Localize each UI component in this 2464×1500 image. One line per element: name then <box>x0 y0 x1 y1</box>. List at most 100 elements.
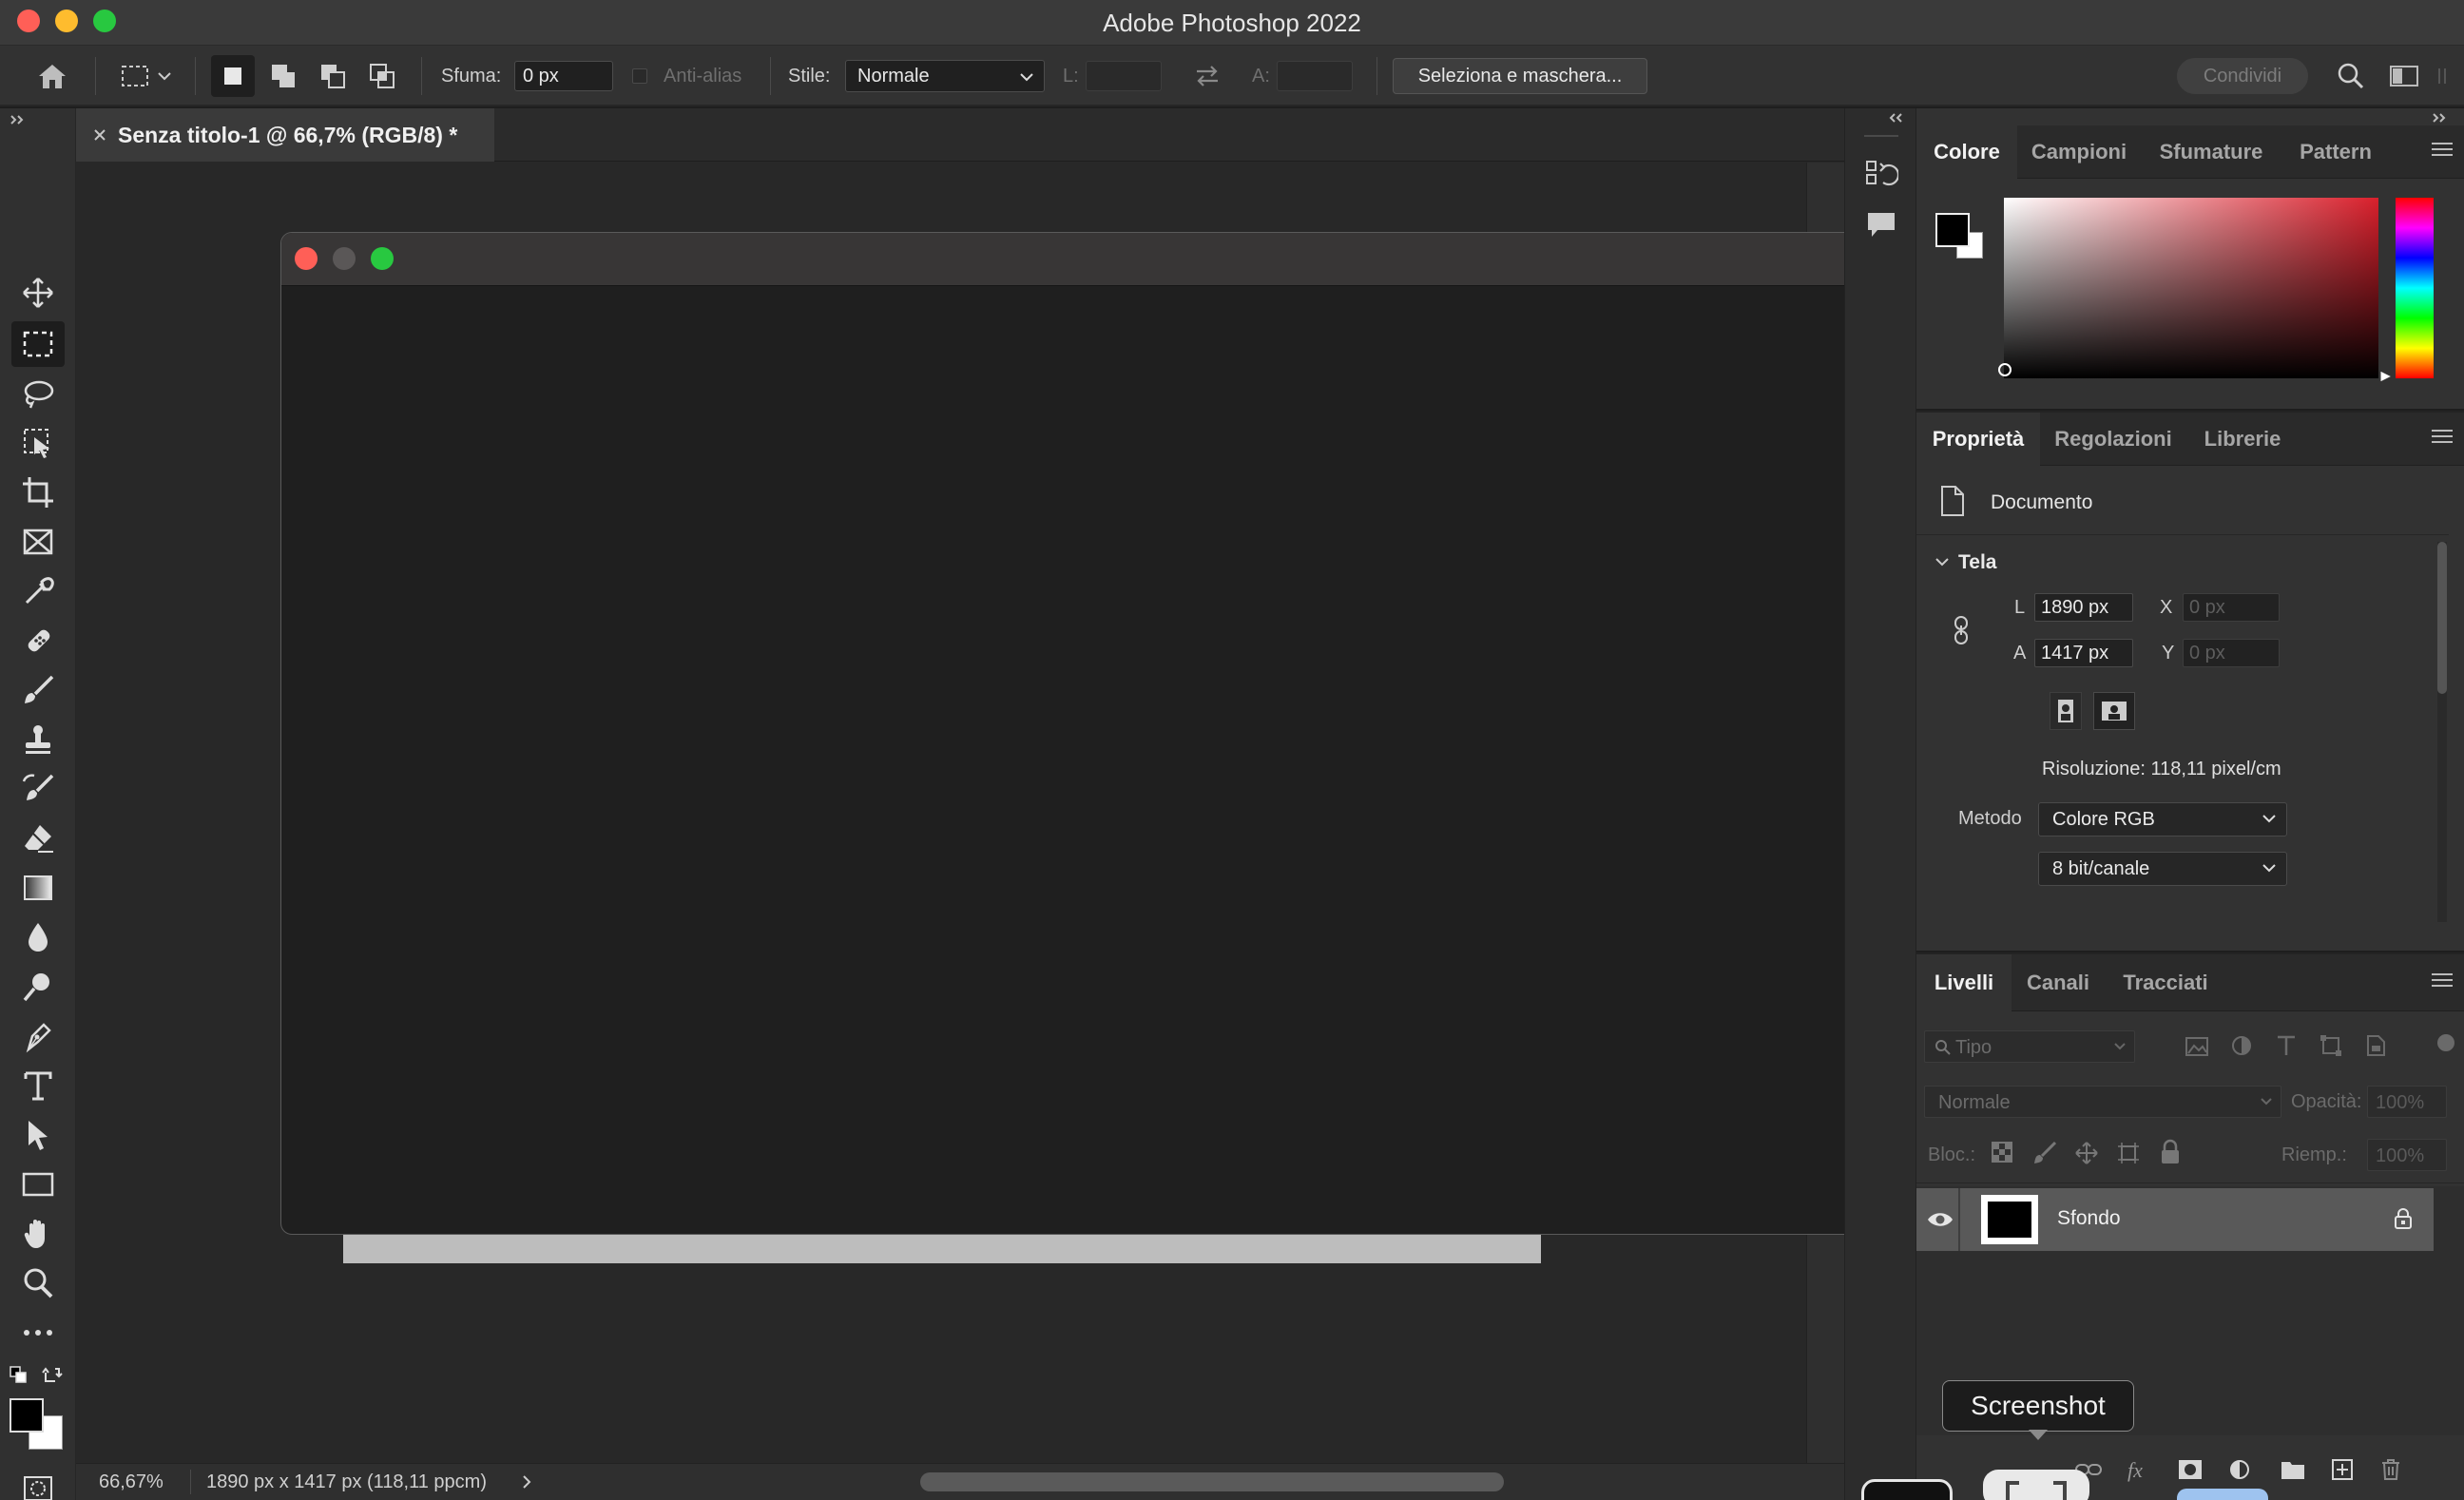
marquee-preset-picker[interactable] <box>109 46 181 106</box>
landscape-orientation-icon[interactable] <box>2093 692 2135 730</box>
tab-sfumature[interactable]: Sfumature <box>2141 125 2281 179</box>
share-button[interactable]: Condividi <box>2177 58 2308 94</box>
eye-icon[interactable] <box>1926 1209 1954 1230</box>
search-icon[interactable] <box>2331 46 2371 106</box>
new-layer-icon[interactable] <box>2331 1458 2354 1481</box>
style-select[interactable]: Normale <box>845 60 1045 92</box>
clone-stamp-tool-icon[interactable] <box>11 717 65 762</box>
tab-pattern[interactable]: Pattern <box>2281 125 2390 179</box>
rectangle-tool-icon[interactable] <box>11 1162 65 1207</box>
panel-menu-icon[interactable] <box>2432 973 2453 990</box>
canvas-document[interactable] <box>343 1235 1541 1263</box>
tab-livelli[interactable]: Livelli <box>1916 954 2012 1011</box>
canvas-height-input[interactable]: 1417 px <box>2034 639 2133 667</box>
swap-width-height-icon[interactable] <box>1188 46 1226 106</box>
canvas-x-input[interactable]: 0 px <box>2183 593 2280 622</box>
tab-colore[interactable]: Colore <box>1916 125 2017 179</box>
lock-pixels-icon[interactable] <box>2032 1141 2057 1165</box>
eyedropper-tool-icon[interactable] <box>11 568 65 614</box>
filter-shape-icon[interactable] <box>2320 1034 2342 1057</box>
pen-tool-icon[interactable] <box>11 1013 65 1059</box>
intersect-selection-icon[interactable] <box>360 46 404 106</box>
workspace-icon[interactable] <box>2384 46 2424 106</box>
hue-slider-handle[interactable] <box>2378 369 2394 384</box>
portrait-orientation-icon[interactable] <box>2050 692 2082 730</box>
add-mask-icon[interactable] <box>2177 1458 2204 1481</box>
canvas-y-input[interactable]: 0 px <box>2183 639 2280 667</box>
panel-menu-icon[interactable] <box>2432 430 2453 447</box>
lock-all-icon[interactable] <box>2160 1139 2181 1165</box>
tab-regolazioni[interactable]: Regolazioni <box>2040 413 2186 466</box>
more-tools-icon[interactable] <box>11 1310 65 1356</box>
color-picker-handle[interactable] <box>1998 363 2012 376</box>
history-panel-icon[interactable] <box>1864 156 1898 190</box>
fill-input[interactable]: 100% <box>2367 1139 2447 1171</box>
lock-position-icon[interactable] <box>2074 1141 2099 1165</box>
layer-lock-icon[interactable] <box>2394 1207 2413 1230</box>
tab-proprieta[interactable]: Proprietà <box>1916 413 2040 466</box>
home-icon[interactable] <box>29 46 76 106</box>
adjustment-layer-icon[interactable] <box>2228 1458 2251 1481</box>
layer-name[interactable]: Sfondo <box>2057 1207 2121 1230</box>
fx-icon[interactable]: fx <box>2127 1458 2143 1483</box>
panel-collapse-icon[interactable] <box>2430 46 2454 106</box>
dodge-tool-icon[interactable] <box>11 964 65 1010</box>
color-field[interactable] <box>2004 198 2378 378</box>
lock-artboard-icon[interactable] <box>2116 1141 2141 1165</box>
brush-tool-icon[interactable] <box>11 667 65 713</box>
zoom-level[interactable]: 66,67% <box>99 1471 164 1493</box>
filter-pixel-icon[interactable] <box>2185 1036 2209 1057</box>
color-panel-foreground-swatch[interactable] <box>1935 213 1970 247</box>
overlay-zoom-button[interactable] <box>371 247 394 270</box>
eraser-tool-icon[interactable] <box>11 816 65 861</box>
overlay-close-button[interactable] <box>295 247 318 270</box>
default-colors-icon[interactable] <box>9 1365 28 1384</box>
comments-panel-icon[interactable] <box>1864 209 1898 241</box>
lasso-tool-icon[interactable] <box>11 371 65 416</box>
history-brush-tool-icon[interactable] <box>11 766 65 812</box>
height-input[interactable] <box>1277 61 1353 91</box>
width-input[interactable] <box>1086 61 1162 91</box>
dock-app-icon[interactable] <box>1861 1479 1953 1500</box>
move-tool-icon[interactable] <box>11 270 65 316</box>
path-selection-tool-icon[interactable] <box>11 1112 65 1158</box>
filter-adjustment-icon[interactable] <box>2230 1034 2253 1057</box>
hue-slider[interactable] <box>2396 198 2434 378</box>
feather-input[interactable]: 0 px <box>514 61 613 91</box>
quick-mask-icon[interactable] <box>11 1466 65 1500</box>
foreground-color-swatch[interactable] <box>10 1398 44 1433</box>
bit-depth-select[interactable]: 8 bit/canale <box>2038 852 2287 886</box>
select-and-mask-button[interactable]: Seleziona e maschera... <box>1393 58 1647 94</box>
frame-tool-icon[interactable] <box>11 519 65 565</box>
blend-mode-select[interactable]: Normale <box>1924 1086 2281 1118</box>
layer-row[interactable]: Sfondo <box>1916 1188 2434 1251</box>
tab-canali[interactable]: Canali <box>2012 954 2105 1011</box>
document-tab[interactable]: Senza titolo-1 @ 66,7% (RGB/8) * <box>76 108 494 162</box>
new-selection-icon[interactable] <box>211 55 255 97</box>
blur-tool-icon[interactable] <box>11 914 65 960</box>
crop-tool-icon[interactable] <box>11 470 65 515</box>
expand-toolbar-icon[interactable] <box>10 114 29 125</box>
overlay-minimize-button[interactable] <box>333 247 356 270</box>
hand-tool-icon[interactable] <box>11 1211 65 1257</box>
opacity-input[interactable]: 100% <box>2367 1086 2447 1118</box>
properties-scrollbar[interactable] <box>2437 542 2447 922</box>
tab-librerie[interactable]: Librerie <box>2186 413 2299 466</box>
layer-filter-select[interactable]: Tipo <box>1924 1030 2135 1063</box>
spot-healing-brush-icon[interactable] <box>11 618 65 663</box>
swap-colors-icon[interactable] <box>42 1365 63 1386</box>
add-to-selection-icon[interactable] <box>261 46 305 106</box>
dock-folder-icon[interactable] <box>2177 1489 2268 1500</box>
zoom-tool-icon[interactable] <box>11 1260 65 1306</box>
canvas-width-input[interactable]: 1890 px <box>2034 593 2133 622</box>
lock-transparent-icon[interactable] <box>1991 1141 2013 1163</box>
antialias-checkbox[interactable] <box>629 46 650 106</box>
filter-type-icon[interactable] <box>2276 1034 2297 1057</box>
filter-smart-object-icon[interactable] <box>2365 1034 2386 1057</box>
new-group-icon[interactable] <box>2280 1458 2306 1481</box>
filter-toggle[interactable] <box>2437 1034 2454 1051</box>
rectangular-marquee-tool-icon[interactable] <box>11 321 65 367</box>
delete-layer-icon[interactable] <box>2380 1458 2401 1481</box>
subtract-from-selection-icon[interactable] <box>311 46 355 106</box>
gradient-tool-icon[interactable] <box>11 865 65 911</box>
